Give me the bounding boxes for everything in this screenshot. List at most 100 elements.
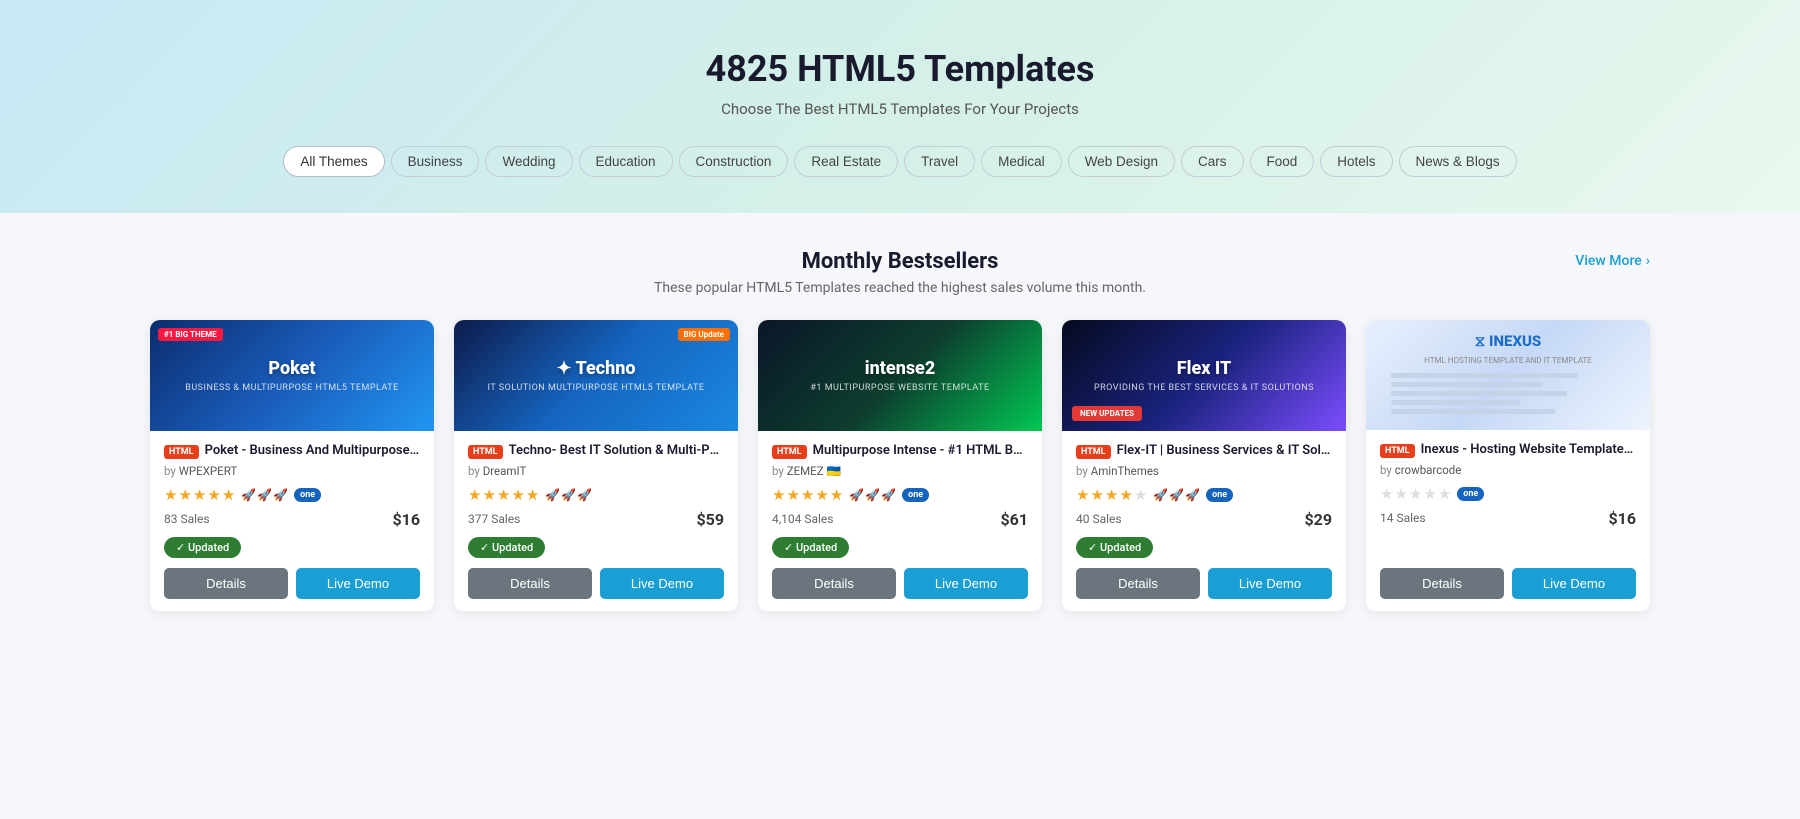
updated-spacer xyxy=(1380,536,1636,568)
star-icon: ★ xyxy=(1119,486,1132,504)
card-thumb-intense: intense2#1 MULTIPURPOSE WEBSITE TEMPLATE xyxy=(758,320,1042,431)
filter-btn-medical[interactable]: Medical xyxy=(981,146,1062,177)
price-label: $61 xyxy=(1000,510,1028,529)
updated-badge: ✓ Updated xyxy=(1076,537,1153,558)
card-title-row: HTML Multipurpose Intense - #1 HTML Boot.… xyxy=(772,443,1028,460)
star-icon: ★ xyxy=(772,486,785,504)
card-actions: Details Live Demo xyxy=(1380,568,1636,599)
star-icon: ★ xyxy=(482,486,495,504)
card-title-intense: Multipurpose Intense - #1 HTML Boot... xyxy=(813,443,1028,460)
star-icon: ★ xyxy=(497,486,510,504)
card-thumb-inexus: ⧖ INEXUSHTML HOSTING TEMPLATE AND IT TEM… xyxy=(1366,320,1650,430)
live-demo-button[interactable]: Live Demo xyxy=(296,568,420,599)
filter-btn-wedding[interactable]: Wedding xyxy=(485,146,572,177)
details-button[interactable]: Details xyxy=(1076,568,1200,599)
stars-row: ★★★★★🚀🚀🚀one xyxy=(1076,486,1332,504)
card-actions: Details Live Demo xyxy=(772,568,1028,599)
html5-badge: HTML xyxy=(1380,444,1415,458)
details-button[interactable]: Details xyxy=(164,568,288,599)
rocket-icon: 🚀 xyxy=(881,488,896,502)
card-title-row: HTMLTechno- Best IT Solution & Multi-Pur… xyxy=(468,443,724,460)
star-icon: ★ xyxy=(1423,485,1436,503)
section-description: These popular HTML5 Templates reached th… xyxy=(150,280,1650,296)
filter-btn-hotels[interactable]: Hotels xyxy=(1320,146,1392,177)
card-poket: #1 BIG THEMEPoketBusiness & MultiPurpose… xyxy=(150,320,434,611)
star-icon: ★ xyxy=(468,486,481,504)
thumb-new-updates-badge: NEW UPDATES xyxy=(1072,406,1142,421)
card-actions: Details Live Demo xyxy=(468,568,724,599)
rocket-icon: 🚀 xyxy=(577,488,592,502)
card-thumb-techno: BIG Update✦ TechnoIT Solution Multipurpo… xyxy=(454,320,738,431)
star-icon: ★ xyxy=(801,486,814,504)
filter-btn-business[interactable]: Business xyxy=(391,146,480,177)
card-inexus: ⧖ INEXUSHTML HOSTING TEMPLATE AND IT TEM… xyxy=(1366,320,1650,611)
star-icon: ★ xyxy=(178,486,191,504)
one-badge: one xyxy=(294,488,321,502)
card-body-flexit: HTMLFlex-IT | Business Services & IT Sol… xyxy=(1062,431,1346,611)
html5-badge: HTML xyxy=(164,445,199,459)
price-label: $29 xyxy=(1304,510,1332,529)
live-demo-button[interactable]: Live Demo xyxy=(600,568,724,599)
card-body-inexus: HTMLInexus - Hosting Website Template an… xyxy=(1366,430,1650,611)
card-title-poket: Poket - Business And Multipurpose Re... xyxy=(205,443,420,460)
card-title-row: HTMLFlex-IT | Business Services & IT Sol… xyxy=(1076,443,1332,460)
html5-badge: HTML xyxy=(772,445,807,459)
filter-btn-real-estate[interactable]: Real Estate xyxy=(794,146,898,177)
thumb-sub-intense: #1 MULTIPURPOSE WEBSITE TEMPLATE xyxy=(810,383,989,393)
star-icon: ★ xyxy=(1394,485,1407,503)
sales-price-row: 40 Sales$29 xyxy=(1076,510,1332,529)
updated-badge: ✓ Updated xyxy=(468,537,545,558)
rocket-icon: 🚀 xyxy=(1169,488,1184,502)
one-badge: one xyxy=(1206,488,1233,502)
thumb-sub-poket: Business & MultiPurpose HTML5 Template xyxy=(185,383,399,393)
card-thumb-flexit: NEW UPDATESFlex ITProviding The Best Ser… xyxy=(1062,320,1346,431)
card-actions: Details Live Demo xyxy=(1076,568,1332,599)
details-button[interactable]: Details xyxy=(1380,568,1504,599)
live-demo-button[interactable]: Live Demo xyxy=(904,568,1028,599)
rocket-icon: 🚀 xyxy=(865,488,880,502)
card-body-intense: HTML Multipurpose Intense - #1 HTML Boot.… xyxy=(758,431,1042,611)
star-icon: ★ xyxy=(1090,486,1103,504)
card-title-row: HTMLInexus - Hosting Website Template an… xyxy=(1380,442,1636,459)
star-rating: ★★★★★ xyxy=(1380,485,1451,503)
live-demo-button[interactable]: Live Demo xyxy=(1208,568,1332,599)
star-icon: ★ xyxy=(1438,485,1451,503)
star-icon: ★ xyxy=(193,486,206,504)
view-more-link[interactable]: View More › xyxy=(1575,249,1650,269)
star-icon: ★ xyxy=(207,486,220,504)
hero-section: 4825 HTML5 Templates Choose The Best HTM… xyxy=(0,0,1800,213)
filter-btn-food[interactable]: Food xyxy=(1250,146,1315,177)
filter-btn-web-design[interactable]: Web Design xyxy=(1068,146,1175,177)
card-author-techno: by DreamIT xyxy=(468,464,724,478)
inexus-preview-lines xyxy=(1391,373,1625,418)
card-title-row: HTML Poket - Business And Multipurpose Re… xyxy=(164,443,420,460)
inexus-subtext: HTML HOSTING TEMPLATE AND IT TEMPLATE xyxy=(1424,356,1592,365)
price-label: $16 xyxy=(1608,509,1636,528)
filter-btn-news-blogs[interactable]: News & Blogs xyxy=(1399,146,1517,177)
star-icon: ★ xyxy=(1076,486,1089,504)
card-intense: intense2#1 MULTIPURPOSE WEBSITE TEMPLATE… xyxy=(758,320,1042,611)
star-rating: ★★★★★ xyxy=(164,486,235,504)
rocket-icons: 🚀🚀🚀 xyxy=(849,488,896,502)
details-button[interactable]: Details xyxy=(468,568,592,599)
rocket-icon: 🚀 xyxy=(241,488,256,502)
sales-price-row: 377 Sales$59 xyxy=(468,510,724,529)
live-demo-button[interactable]: Live Demo xyxy=(1512,568,1636,599)
stars-row: ★★★★★🚀🚀🚀 xyxy=(468,486,724,504)
rocket-icon: 🚀 xyxy=(257,488,272,502)
filter-btn-cars[interactable]: Cars xyxy=(1181,146,1244,177)
star-icon: ★ xyxy=(815,486,828,504)
filter-btn-all-themes[interactable]: All Themes xyxy=(283,146,384,177)
details-button[interactable]: Details xyxy=(772,568,896,599)
card-title-techno: Techno- Best IT Solution & Multi-Purp... xyxy=(509,443,724,460)
filter-btn-education[interactable]: Education xyxy=(579,146,673,177)
stars-row: ★★★★★🚀🚀🚀one xyxy=(164,486,420,504)
filter-btn-construction[interactable]: Construction xyxy=(679,146,789,177)
section-header-wrapper: Monthly Bestsellers These popular HTML5 … xyxy=(150,249,1650,296)
filter-btn-travel[interactable]: Travel xyxy=(904,146,975,177)
stars-row: ★★★★★🚀🚀🚀one xyxy=(772,486,1028,504)
main-content: Monthly Bestsellers These popular HTML5 … xyxy=(120,213,1680,651)
one-badge: one xyxy=(1457,487,1484,501)
rocket-icon: 🚀 xyxy=(561,488,576,502)
section-title: Monthly Bestsellers xyxy=(150,249,1650,274)
